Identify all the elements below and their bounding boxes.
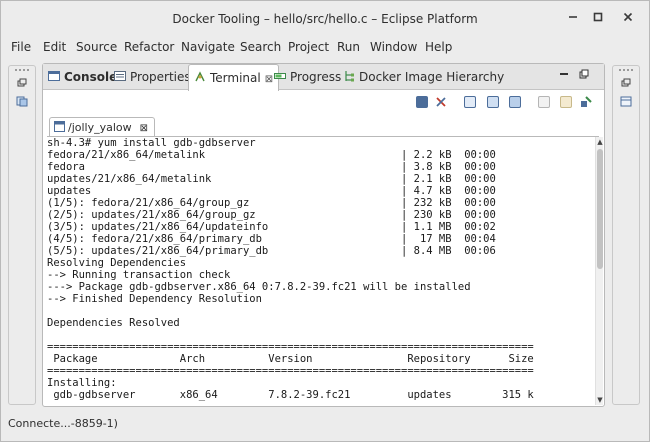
minimize-button[interactable] bbox=[565, 11, 581, 27]
restore-icon[interactable] bbox=[16, 78, 28, 88]
minimize-icon bbox=[560, 73, 568, 75]
status-bar: Connecte...-8859-1) bbox=[1, 411, 649, 441]
terminal-line: (2/5): updates/21/x86_64/group_gz | 230 … bbox=[47, 209, 496, 221]
terminal-output[interactable]: sh-4.3# yum install gdb-gdbserver fedora/… bbox=[47, 137, 595, 405]
tab-docker-image-hierarchy[interactable]: Docker Image Hierarchy bbox=[343, 64, 504, 90]
terminal-line: --> Running transaction check bbox=[47, 269, 231, 281]
window-title: Docker Tooling – hello/src/hello.c – Ecl… bbox=[172, 12, 478, 26]
close-icon[interactable]: ⊠ bbox=[265, 74, 273, 85]
menu-window[interactable]: Window bbox=[370, 40, 417, 54]
minimize-icon bbox=[569, 16, 577, 18]
tab-label: Docker Image Hierarchy bbox=[359, 70, 505, 84]
tab-label: Terminal bbox=[210, 71, 261, 85]
terminal-line: updates | 4.7 kB 00:00 bbox=[47, 185, 496, 197]
tab-properties[interactable]: Properties bbox=[114, 64, 191, 90]
status-text: Connecte...-8859-1) bbox=[8, 417, 118, 430]
terminal-line: gdb-gdbserver x86_64 7.8.2-39.fc21 updat… bbox=[47, 389, 534, 401]
terminal-line: sh-4.3# yum install gdb-gdbserver bbox=[47, 137, 256, 149]
terminal-scrollbar[interactable]: ▲ ▼ bbox=[595, 137, 603, 405]
menu-file[interactable]: File bbox=[11, 40, 31, 54]
maximize-icon bbox=[579, 69, 589, 79]
scroll-thumb[interactable] bbox=[597, 149, 603, 269]
outline-icon[interactable] bbox=[620, 96, 632, 107]
tab-label: Properties bbox=[130, 70, 191, 84]
menu-project[interactable]: Project bbox=[288, 40, 329, 54]
terminal-line: Installing: bbox=[47, 377, 117, 389]
terminal-line: Resolving Dependencies bbox=[47, 257, 187, 269]
terminal-line: (1/5): fedora/21/x86_64/group_gz | 232 k… bbox=[47, 197, 496, 209]
terminal-line: updates/21/x86_64/metalink | 2.1 kB 00:0… bbox=[47, 173, 496, 185]
terminal-toolbar bbox=[43, 91, 604, 113]
maximize-icon bbox=[593, 12, 603, 22]
tab-progress[interactable]: Progress bbox=[274, 64, 341, 90]
menu-help[interactable]: Help bbox=[425, 40, 452, 54]
terminal-line: (5/5): updates/21/x86_64/primary_db | 8.… bbox=[47, 245, 496, 257]
tab-terminal[interactable]: Terminal ⊠ bbox=[188, 64, 280, 91]
terminal-line: fedora | 3.8 kB 00:00 bbox=[47, 161, 496, 173]
view-maximize-button[interactable] bbox=[578, 69, 590, 82]
terminal-line: Dependencies Resolved bbox=[47, 317, 180, 329]
menu-source[interactable]: Source bbox=[76, 40, 117, 54]
docker-hierarchy-icon bbox=[345, 71, 354, 82]
menu-edit[interactable]: Edit bbox=[43, 40, 66, 54]
trim-grip[interactable] bbox=[15, 69, 29, 71]
scroll-up-icon[interactable]: ▲ bbox=[596, 137, 604, 147]
terminal-line: Package Arch Version Repository Size bbox=[47, 353, 534, 365]
terminal-line: (4/5): fedora/21/x86_64/primary_db | 17 … bbox=[47, 233, 496, 245]
eclipse-window: Docker Tooling – hello/src/hello.c – Ecl… bbox=[0, 0, 650, 442]
properties-icon bbox=[114, 71, 126, 81]
menu-run[interactable]: Run bbox=[337, 40, 360, 54]
terminal-line: fedora/21/x86_64/metalink | 2.2 kB 00:00 bbox=[47, 149, 496, 161]
bottom-view-stack: Console Properties Terminal ⊠ Progress Do… bbox=[42, 63, 605, 407]
restore-icon[interactable] bbox=[620, 78, 632, 88]
paste-icon[interactable] bbox=[560, 96, 572, 108]
scroll-down-icon[interactable]: ▼ bbox=[596, 395, 604, 405]
copy-icon[interactable] bbox=[538, 96, 550, 108]
view-minimize-button[interactable] bbox=[558, 69, 570, 82]
terminal-line: --> Finished Dependency Resolution bbox=[47, 293, 262, 305]
title-bar: Docker Tooling – hello/src/hello.c – Ecl… bbox=[1, 1, 649, 37]
connect-icon[interactable] bbox=[416, 96, 428, 108]
view-tab-row: Console Properties Terminal ⊠ Progress Do… bbox=[43, 64, 604, 91]
progress-icon bbox=[274, 73, 286, 79]
terminal-icon bbox=[195, 71, 205, 82]
menu-bar: File Edit Source Refactor Navigate Searc… bbox=[1, 37, 649, 59]
tab-label: Console bbox=[64, 70, 118, 84]
close-icon bbox=[623, 12, 633, 22]
maximize-button[interactable] bbox=[590, 11, 606, 27]
terminal-session-icon bbox=[54, 121, 65, 132]
terminal-line: ---> Package gdb-gdbserver.x86_64 0:7.8.… bbox=[47, 281, 471, 293]
scroll-lock-icon[interactable] bbox=[464, 96, 476, 108]
terminal-line: ========================================… bbox=[47, 341, 534, 353]
terminal-line: (3/5): updates/21/x86_64/updateinfo | 1.… bbox=[47, 221, 496, 233]
tab-console[interactable]: Console bbox=[48, 64, 117, 90]
close-icon[interactable]: ⊠ bbox=[140, 123, 148, 134]
close-button[interactable] bbox=[620, 11, 636, 27]
console-icon bbox=[48, 71, 60, 81]
project-explorer-icon[interactable] bbox=[16, 96, 28, 107]
menu-navigate[interactable]: Navigate bbox=[181, 40, 235, 54]
terminal-line: ========================================… bbox=[47, 365, 534, 377]
session-label: /jolly_yalow bbox=[68, 121, 132, 134]
clear-terminal-icon[interactable] bbox=[509, 96, 521, 108]
right-trim-stack bbox=[612, 65, 640, 405]
terminal-settings-icon[interactable] bbox=[580, 96, 592, 108]
copy-output-icon[interactable] bbox=[487, 96, 499, 108]
left-trim-stack bbox=[8, 65, 36, 405]
menu-refactor[interactable]: Refactor bbox=[124, 40, 174, 54]
tab-label: Progress bbox=[290, 70, 342, 84]
terminal-session-bar: /jolly_yalow ⊠ bbox=[47, 116, 599, 137]
disconnect-icon[interactable] bbox=[435, 96, 447, 108]
session-tab[interactable]: /jolly_yalow ⊠ bbox=[49, 117, 156, 137]
trim-grip[interactable] bbox=[619, 69, 633, 71]
menu-search[interactable]: Search bbox=[240, 40, 281, 54]
